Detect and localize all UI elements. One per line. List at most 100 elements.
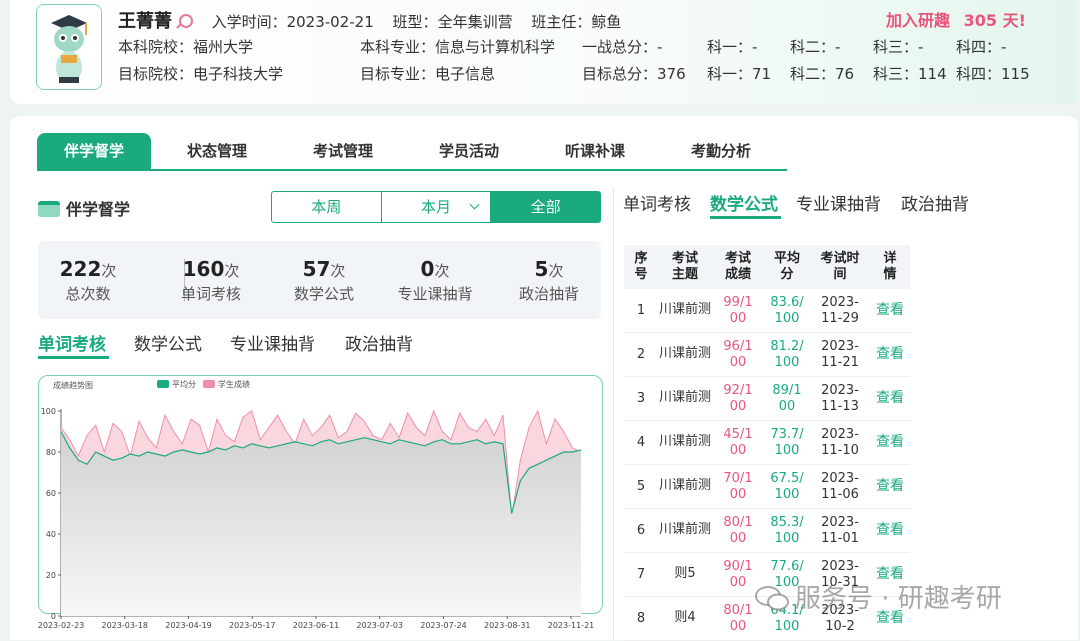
stat-math-unit: 次 [330,262,346,280]
stat-politics-num: 5 [534,257,549,281]
left-subtab-math[interactable]: 数学公式 [134,330,202,355]
row-date: 2023-11-21 [810,332,870,377]
search-icon[interactable] [178,14,193,28]
stat-politics: 5次 政治抽背 [499,257,599,304]
period-all-button[interactable]: 全部 [491,192,601,222]
table-row: 2 川课前测1 96/100 81.2/100 2023-11-21 查看 [624,332,910,377]
view-link[interactable]: 查看 [870,464,910,509]
row-score-text: 99/100 [723,294,753,326]
right-subtab-word[interactable]: 单词考核 [623,190,691,215]
row-score-text: 96/100 [723,338,753,370]
first-subject-1: 科一：- [707,38,758,56]
stat-total: 222次 总次数 [38,257,138,304]
view-link-text[interactable]: 查看 [876,478,904,494]
legend-swatch-1 [203,380,215,388]
row-score-text: 92/100 [723,382,753,414]
row-topic: 则4 [658,596,712,641]
stat-word: 160次 单词考核 [161,257,261,304]
view-link[interactable]: 查看 [870,420,910,465]
row-no-text: 7 [636,566,646,582]
tab-exam[interactable]: 考试管理 [287,133,399,169]
right-subtab-politics[interactable]: 政治抽背 [901,190,969,215]
table-row: 6 川课前测6 80/100 85.3/100 2023-11-01 查看 [624,508,910,553]
stat-word-label: 单词考核 [180,285,241,303]
row-date-text: 2023-11-01 [821,514,859,546]
row-no: 4 [624,420,658,465]
row-date-text: 2023-11-21 [821,338,859,370]
row-no-text: 3 [636,390,646,406]
right-subtab-math[interactable]: 数学公式 [710,190,778,215]
stat-total-label: 总次数 [65,285,111,303]
view-link-text[interactable]: 查看 [876,434,904,450]
period-month-dropdown[interactable]: 本月 [382,192,492,222]
row-score: 70/100 [712,464,764,509]
period-week-button[interactable]: 本周 [272,192,382,222]
score-trend-svg: 成绩趋势图 平均分 学生成绩 0 20 40 60 80 100 2023-02-23 2023-0… [38,379,595,630]
row-date: 2023-11-13 [810,376,870,421]
tab-activity[interactable]: 学员活动 [413,133,525,169]
y-tick-label: 20 [46,571,56,580]
left-subtab-politics[interactable]: 政治抽背 [345,330,413,355]
first-subject-2: 科二：- [790,38,841,56]
row-date: 2023-11-06 [810,464,870,509]
panel-divider [613,188,614,640]
view-link-text[interactable]: 查看 [876,390,904,406]
row-avg-text: 83.6/100 [770,294,804,326]
target-subject-3: 科三：114 [873,65,947,83]
stat-total-num: 222 [59,257,102,281]
x-tick-label: 2023-03-18 [102,621,149,630]
view-link-text[interactable]: 查看 [876,302,904,318]
row-avg: 83.6/100 [764,289,810,333]
section-title: 伴学督学 [38,196,130,220]
first-subject-4: 科四：- [956,38,1007,56]
tab-attendance[interactable]: 考勤分析 [665,133,777,169]
join-days: 305 天! [963,11,1026,30]
view-link-text[interactable]: 查看 [876,346,904,362]
y-tick-label: 40 [46,530,56,539]
col-header-avg: 平均分 [764,245,810,289]
tab-makeup[interactable]: 听课补课 [539,133,651,169]
view-link[interactable]: 查看 [870,376,910,421]
table-header-row: 序号 考试 主题 考试 成绩 平均分 考试时间 详情 [624,245,910,289]
y-tick-label: 100 [41,407,56,416]
view-link[interactable]: 查看 [870,332,910,377]
y-tick-label: 0 [51,612,56,621]
target-major-label: 目标专业： [360,65,436,83]
left-subtab-major[interactable]: 专业课抽背 [230,330,315,355]
chart-title: 成绩趋势图 [53,380,93,390]
row-date: 2023-11-29 [810,289,870,333]
row-date: 2023-11-01 [810,508,870,553]
undergrad-school-label: 本科院校： [118,38,194,56]
right-subtab-major[interactable]: 专业课抽背 [796,190,881,215]
row-score: 96/100 [712,332,764,377]
section-title-text: 伴学督学 [66,200,131,219]
col-header-detail: 详情 [870,245,910,289]
period-week-label: 本周 [311,198,342,216]
row-topic: 则5 [658,552,712,597]
stat-major: 0次 专业课抽背 [385,257,485,304]
row-avg-text: 81.2/100 [770,338,804,370]
student-name: 王菁菁 [118,11,172,32]
row-no: 2 [624,332,658,377]
main-tabs: 伴学督学 状态管理 考试管理 学员活动 听课补课 考勤分析 [37,133,787,171]
x-tick-label: 2023-02-23 [38,621,85,630]
row-topic-text: 川课前测9 [659,390,711,406]
row-avg-text: 67.5/100 [770,470,804,502]
period-selector: 本周 本月 全部 [271,191,601,223]
view-link-text[interactable]: 查看 [876,522,904,538]
left-subtab-word[interactable]: 单词考核 [38,330,106,355]
stat-major-label: 专业课抽背 [397,285,473,303]
row-no: 5 [624,464,658,509]
col-header-topic: 考试 主题 [658,245,712,289]
stat-major-num: 0 [420,257,435,281]
tab-status[interactable]: 状态管理 [161,133,273,169]
view-link[interactable]: 查看 [870,289,910,333]
target-total: 目标总分：376 [582,65,686,83]
view-link[interactable]: 查看 [870,508,910,553]
row-avg-text: 73.7/100 [770,426,804,458]
legend-label-1: 学生成绩 [218,379,250,389]
row-topic-text: 则5 [674,566,696,582]
row-date-text: 2023-11-06 [821,470,859,502]
tab-supervision[interactable]: 伴学督学 [37,133,151,169]
row-score: 45/100 [712,420,764,465]
